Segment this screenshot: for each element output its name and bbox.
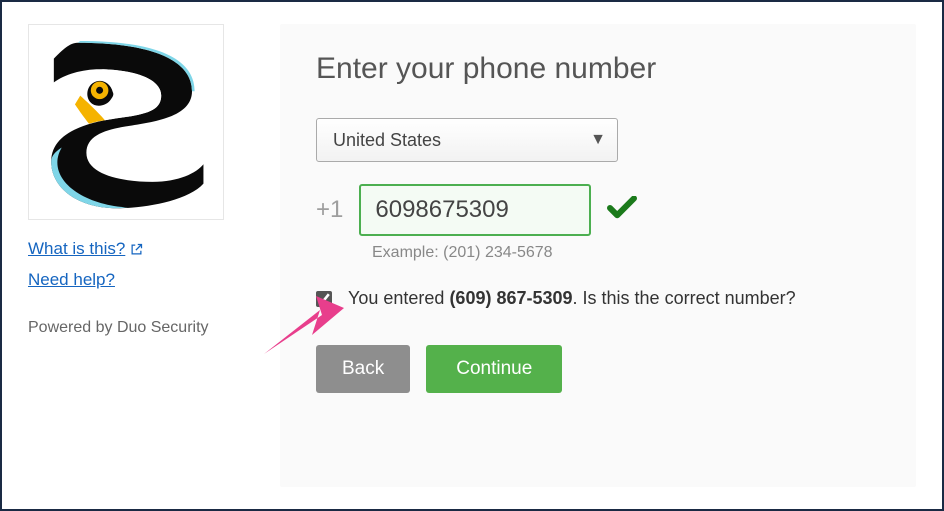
external-link-icon [129, 242, 144, 257]
continue-button[interactable]: Continue [426, 345, 562, 393]
phone-input-row: +1 [316, 184, 882, 236]
what-is-this-label: What is this? [28, 234, 125, 265]
confirm-row: You entered (609) 867-5309. Is this the … [316, 288, 882, 309]
page-title: Enter your phone number [316, 52, 882, 86]
logo-svg [38, 34, 214, 210]
example-text: Example: (201) 234-5678 [372, 244, 882, 262]
help-links: What is this? Need help? [28, 234, 244, 295]
powered-by-text: Powered by Duo Security [28, 319, 244, 337]
main-panel: Enter your phone number United States ▼ … [280, 24, 916, 487]
country-select-wrap: United States ▼ [316, 118, 618, 162]
confirm-suffix: . Is this the correct number? [573, 288, 796, 308]
confirm-text: You entered (609) 867-5309. Is this the … [348, 288, 796, 309]
button-row: Back Continue [316, 345, 882, 393]
confirm-prefix: You entered [348, 288, 449, 308]
content-frame: What is this? Need help? Powered by Duo … [28, 24, 916, 487]
country-select[interactable]: United States [316, 118, 618, 162]
what-is-this-link[interactable]: What is this? [28, 234, 144, 265]
phone-number-input[interactable] [359, 184, 591, 236]
window-frame: What is this? Need help? Powered by Duo … [0, 0, 944, 511]
dial-prefix: +1 [316, 196, 343, 224]
back-button[interactable]: Back [316, 345, 410, 393]
confirm-number: (609) 867-5309 [449, 288, 572, 308]
checkmark-icon [607, 196, 637, 225]
sidebar: What is this? Need help? Powered by Duo … [28, 24, 244, 487]
need-help-link[interactable]: Need help? [28, 265, 115, 296]
confirm-checkbox[interactable] [316, 291, 332, 307]
org-logo [28, 24, 224, 220]
